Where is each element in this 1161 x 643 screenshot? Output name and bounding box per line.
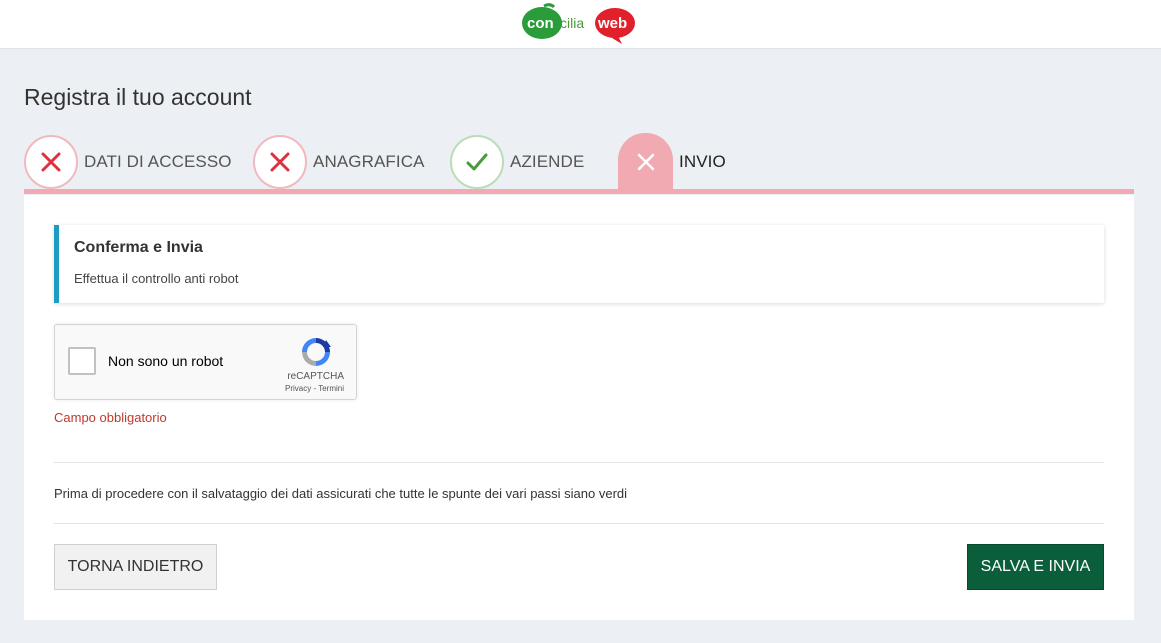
close-icon — [637, 153, 654, 171]
close-icon — [41, 152, 61, 172]
conciliaweb-logo[interactable]: con cilia web — [520, 3, 638, 45]
divider — [54, 523, 1104, 524]
step-label: AZIENDE — [510, 152, 585, 171]
save-and-send-button[interactable]: SALVA E INVIA — [967, 544, 1104, 590]
step-invio[interactable]: INVIO — [618, 133, 726, 191]
step-status-circle — [253, 135, 307, 189]
info-callout: Conferma e Invia Effettua il controllo a… — [54, 225, 1104, 303]
save-note: Prima di procedere con il salvataggio de… — [54, 486, 628, 501]
step-aziende[interactable]: AZIENDE — [450, 133, 584, 191]
registration-stepper: DATI DI ACCESSO ANAGRAFICA AZIENDE INVIO — [24, 133, 1134, 195]
logo-text-web: web — [597, 15, 627, 32]
back-button[interactable]: TORNA INDIETRO — [54, 544, 217, 590]
close-icon — [270, 152, 290, 172]
recaptcha-label: Non sono un robot — [108, 353, 224, 369]
callout-title: Conferma e Invia — [74, 239, 203, 256]
recaptcha-widget: Non sono un robot reCAPTCHA Privacy - Te… — [54, 324, 357, 400]
divider — [54, 462, 1104, 463]
stepper-progress-line — [24, 189, 1134, 194]
form-card: Conferma e Invia Effettua il controllo a… — [24, 195, 1134, 620]
step-status-circle — [24, 135, 78, 189]
recaptcha-privacy-links[interactable]: Privacy - Termini — [285, 384, 344, 393]
step-label: INVIO — [679, 152, 726, 171]
step-label: DATI DI ACCESSO — [84, 152, 232, 171]
recaptcha-icon — [302, 338, 331, 366]
step-status-circle — [450, 135, 504, 189]
step-dati-accesso[interactable]: DATI DI ACCESSO — [24, 133, 232, 191]
step-active-tab — [618, 133, 673, 191]
logo-text-con: con — [527, 15, 554, 32]
top-bar: con cilia web — [0, 0, 1161, 49]
captcha-required-error: Campo obbligatorio — [54, 410, 167, 425]
step-label: ANAGRAFICA — [313, 152, 425, 171]
logo-text-cilia: cilia — [560, 15, 584, 31]
page-title: Registra il tuo account — [24, 84, 252, 110]
check-icon — [466, 153, 488, 171]
recaptcha-brand: reCAPTCHA — [287, 371, 344, 382]
step-anagrafica[interactable]: ANAGRAFICA — [253, 133, 425, 191]
callout-text: Effettua il controllo anti robot — [74, 271, 239, 286]
recaptcha-checkbox[interactable] — [68, 347, 96, 375]
